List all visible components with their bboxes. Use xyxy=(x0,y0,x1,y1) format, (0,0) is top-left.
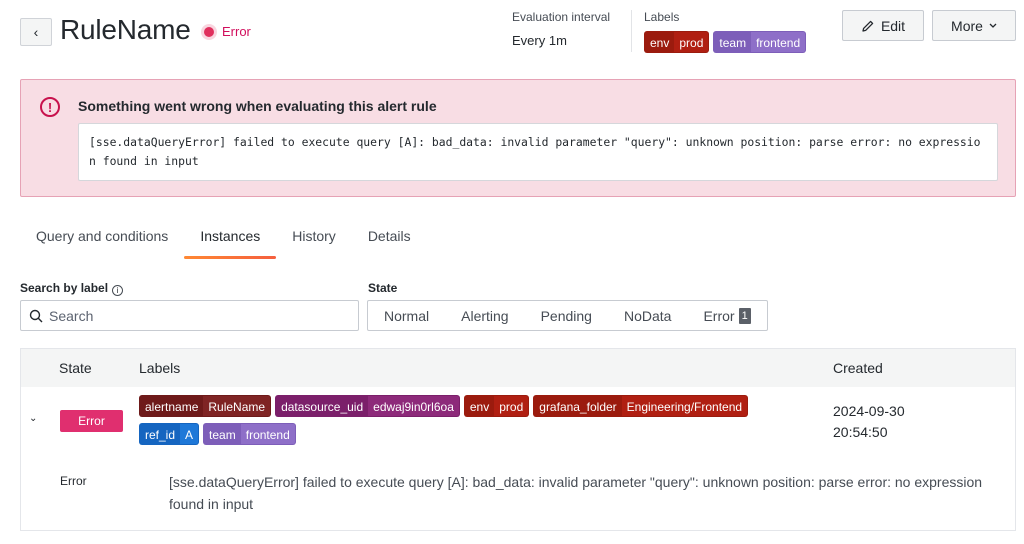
exclamation-circle-icon: ! xyxy=(40,97,60,117)
chevron-down-icon xyxy=(989,23,997,28)
error-alert-message: [sse.dataQueryError] failed to execute q… xyxy=(78,123,998,181)
column-header-state: State xyxy=(59,360,92,376)
rule-labels: Labels env prod team frontend xyxy=(644,10,807,53)
created-timestamp: 2024-09-30 20:54:50 xyxy=(833,401,905,443)
label-pill-datasource-uid: datasource_uid edwaj9in0rl6oa xyxy=(275,395,460,417)
rule-state-text: Error xyxy=(222,24,251,39)
expand-row-chevron-icon[interactable]: ⌄ xyxy=(29,413,37,424)
state-option-nodata[interactable]: NoData xyxy=(608,301,687,330)
page-title: RuleName xyxy=(60,14,191,45)
evaluation-interval: Evaluation interval Every 1m xyxy=(512,10,610,48)
search-input[interactable] xyxy=(49,307,339,324)
detail-key: Error xyxy=(60,474,87,488)
created-time: 20:54:50 xyxy=(833,424,888,440)
tab-instances[interactable]: Instances xyxy=(184,222,277,259)
tab-query-and-conditions[interactable]: Query and conditions xyxy=(20,222,184,256)
edit-button[interactable]: Edit xyxy=(842,10,924,41)
created-date: 2024-09-30 xyxy=(833,403,905,419)
column-header-labels: Labels xyxy=(139,360,181,376)
column-header-created: Created xyxy=(833,360,883,376)
chevron-left-icon: ‹ xyxy=(33,24,39,40)
edit-button-label: Edit xyxy=(880,17,906,34)
search-by-label-label: Search by label i xyxy=(20,281,124,296)
labels-heading: Labels xyxy=(644,10,680,24)
label-pill-team: team frontend xyxy=(713,31,807,53)
error-count-badge: 1 xyxy=(738,307,751,324)
rule-tabs: Query and conditions Instances History D… xyxy=(20,222,427,259)
error-alert-title: Something went wrong when evaluating thi… xyxy=(78,98,437,114)
detail-error-message: [sse.dataQueryError] failed to execute q… xyxy=(169,474,983,512)
state-option-error-label: Error xyxy=(703,307,735,324)
evaluation-interval-value: Every 1m xyxy=(512,33,567,48)
label-pill-grafana-folder: grafana_folder Engineering/Frontend xyxy=(533,395,749,417)
instance-labels: alertname RuleName datasource_uid edwaj9in… xyxy=(139,395,799,445)
state-option-normal[interactable]: Normal xyxy=(368,301,445,330)
info-icon[interactable]: i xyxy=(112,285,124,296)
label-pill-env: env prod xyxy=(463,395,530,417)
state-filter-label: State xyxy=(368,281,398,295)
label-pill-team: team frontend xyxy=(203,423,296,445)
label-pill-ref-id: ref_id A xyxy=(139,423,200,445)
instances-table: State Labels Created ⌄ Error alertname Ru… xyxy=(20,348,1016,531)
table-header: State Labels Created xyxy=(21,349,1015,387)
label-pill-env: env prod xyxy=(644,31,710,53)
state-filter: Normal Alerting Pending NoData Error 1 xyxy=(367,300,768,331)
state-badge: Error xyxy=(60,410,123,432)
tab-history[interactable]: History xyxy=(276,222,352,256)
pencil-icon xyxy=(862,20,874,32)
search-field[interactable] xyxy=(20,300,359,331)
meta-divider xyxy=(631,10,632,52)
state-option-error[interactable]: Error 1 xyxy=(687,301,766,330)
label-pill-alertname: alertname RuleName xyxy=(139,395,272,417)
state-option-alerting[interactable]: Alerting xyxy=(445,301,524,330)
tab-details[interactable]: Details xyxy=(352,222,427,256)
state-option-pending[interactable]: Pending xyxy=(525,301,608,330)
search-icon xyxy=(29,309,43,322)
back-button[interactable]: ‹ xyxy=(20,18,52,46)
more-button-label: More xyxy=(951,17,983,34)
more-button[interactable]: More xyxy=(932,10,1016,41)
evaluation-interval-label: Evaluation interval xyxy=(512,10,611,24)
error-alert: ! Something went wrong when evaluating t… xyxy=(20,79,1016,197)
error-state-dot-icon xyxy=(204,27,214,37)
